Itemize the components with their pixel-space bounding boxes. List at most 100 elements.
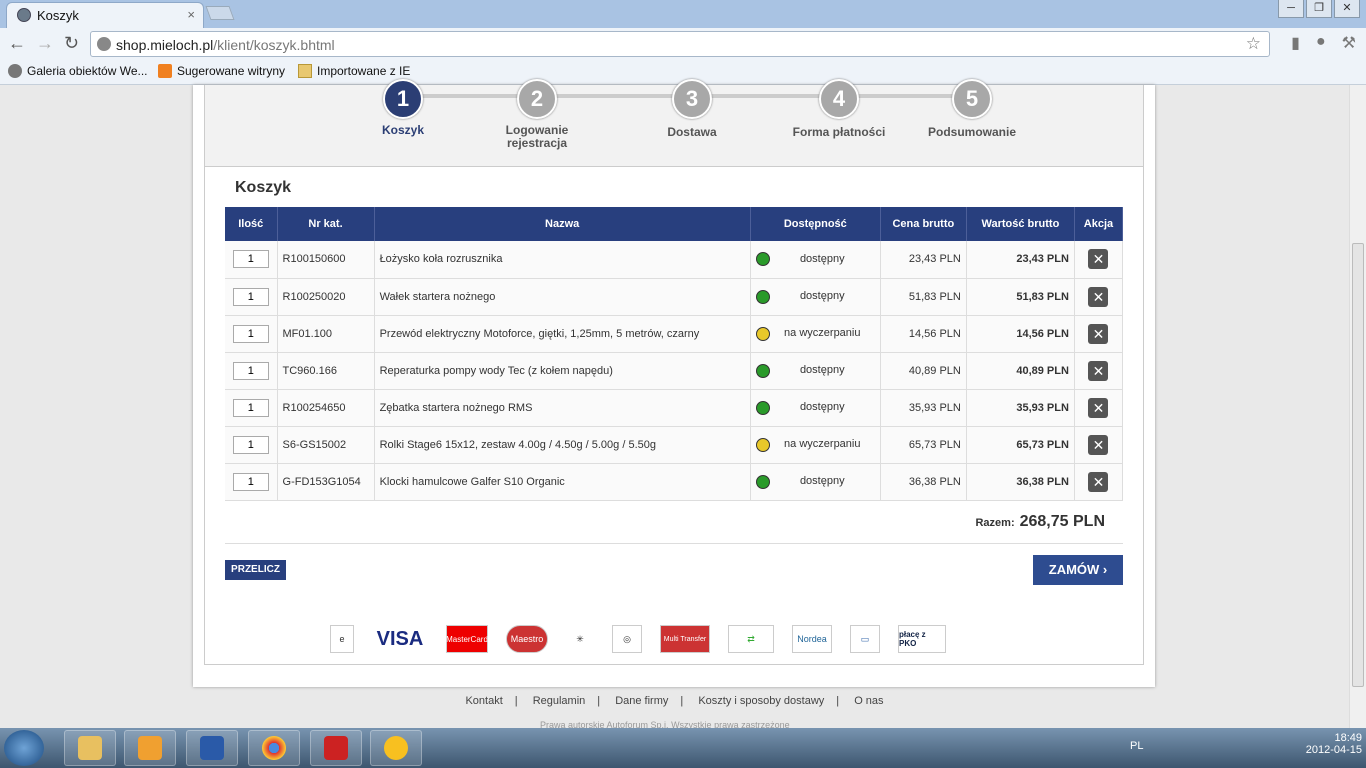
globe-icon [17, 8, 31, 22]
availability-cell: dostępny [750, 241, 881, 279]
name-cell[interactable]: Zębatka startera nożnego RMS [374, 389, 751, 427]
folder-icon [298, 64, 312, 78]
taskbar-explorer[interactable] [64, 730, 116, 766]
bookmark-galeria[interactable]: Galeria obiektów We... [8, 64, 148, 78]
url-text: shop.mieloch.pl/klient/koszyk.bhtml [116, 37, 335, 53]
taskbar-app[interactable] [310, 730, 362, 766]
action-cell: ✕ [1074, 426, 1124, 464]
step-koszyk[interactable]: 1 Koszyk [343, 79, 463, 137]
quantity-input[interactable] [232, 287, 269, 306]
availability-smiley-icon [755, 400, 770, 415]
name-cell[interactable]: Reperaturka pompy wody Tec (z kołem napę… [374, 352, 751, 390]
checkout-steps: 1 Koszyk 2 Logowanie rejestracja 3 Dostawa … [205, 79, 1143, 167]
price-cell: 65,73 PLN [880, 426, 967, 464]
remove-item-icon[interactable]: ✕ [1088, 434, 1109, 455]
code-cell: R100150600 [277, 241, 375, 279]
step-podsumowanie[interactable]: 5 Podsumowanie [912, 79, 1032, 139]
table-row: TC960.166Reperaturka pompy wody Tec (z k… [225, 352, 1124, 390]
ruby-icon [324, 736, 348, 760]
footer-regulamin[interactable]: Regulamin [533, 695, 586, 707]
footer-koszty[interactable]: Koszty i sposoby dostawy [698, 695, 824, 707]
total-cell: 14,56 PLN [966, 315, 1075, 353]
quantity-input[interactable] [232, 472, 269, 491]
footer-kontakt[interactable]: Kontakt [465, 695, 502, 707]
remove-item-icon[interactable]: ✕ [1088, 286, 1109, 307]
bookmark-star-icon[interactable]: ☆ [1246, 34, 1261, 54]
remove-item-icon[interactable]: ✕ [1088, 323, 1109, 344]
action-cell: ✕ [1074, 241, 1124, 279]
bookmark-importowane[interactable]: Importowane z IE [298, 64, 410, 78]
availability-cell: na wyczerpaniu [750, 315, 881, 353]
chrome-icon [262, 736, 286, 760]
total-cell: 35,93 PLN [966, 389, 1075, 427]
visa-logo: VISA [376, 627, 424, 650]
taskbar-sun-app[interactable] [370, 730, 422, 766]
name-cell[interactable]: Wałek startera nożnego [374, 278, 751, 316]
shop-page: 1 Koszyk 2 Logowanie rejestracja 3 Dostawa … [193, 79, 1155, 687]
action-cell: ✕ [1074, 352, 1124, 390]
start-button[interactable] [4, 730, 44, 766]
tab-koszyk[interactable]: Koszyk × [6, 2, 204, 28]
back-arrow-icon[interactable]: ← [8, 33, 26, 54]
recalculate-button[interactable]: PRZELICZ [225, 560, 286, 580]
signal-icon[interactable]: ▮ [1291, 33, 1300, 53]
scrollbar-thumb[interactable] [1352, 243, 1364, 687]
wrench-icon[interactable]: ⚒ [1342, 33, 1356, 53]
code-cell: TC960.166 [277, 352, 375, 390]
order-button[interactable]: ZAMÓW › [1033, 555, 1123, 585]
clock[interactable]: 18:49 2012-04-15 [1306, 732, 1362, 756]
multitransfer-logo: Multi Transfer [660, 625, 710, 653]
language-indicator[interactable]: PL [1130, 740, 1143, 752]
remove-item-icon[interactable]: ✕ [1088, 397, 1109, 418]
minimize-button[interactable]: ─ [1278, 0, 1304, 18]
bookmark-sugerowane[interactable]: Sugerowane witryny [158, 64, 285, 78]
name-cell[interactable]: Klocki hamulcowe Galfer S10 Organic [374, 463, 751, 501]
globe-icon [8, 64, 22, 78]
footer-o-nas[interactable]: O nas [854, 695, 883, 707]
quantity-input[interactable] [232, 435, 269, 454]
price-cell: 23,43 PLN [880, 241, 967, 279]
remove-item-icon[interactable]: ✕ [1088, 249, 1109, 270]
taskbar-media[interactable] [124, 730, 176, 766]
step-logowanie[interactable]: 2 Logowanie rejestracja [477, 79, 597, 150]
quantity-input[interactable] [232, 250, 269, 269]
availability-smiley-icon [755, 363, 770, 378]
browser-chrome: Koszyk × ─ ❐ ✕ ← → ↻ shop.mieloch.pl/kli… [0, 0, 1366, 85]
total-cell: 36,38 PLN [966, 463, 1075, 501]
footer-dane-firmy[interactable]: Dane firmy [615, 695, 668, 707]
address-bar[interactable]: shop.mieloch.pl/klient/koszyk.bhtml ☆ [90, 31, 1270, 57]
availability-smiley-icon [755, 326, 770, 341]
remove-item-icon[interactable]: ✕ [1088, 360, 1109, 381]
code-cell: R100250020 [277, 278, 375, 316]
column-header: Akcja [1074, 207, 1124, 241]
name-cell[interactable]: Rolki Stage6 15x12, zestaw 4.00g / 4.50g… [374, 426, 751, 464]
reload-icon[interactable]: ↻ [64, 33, 79, 54]
new-tab-button[interactable] [205, 6, 235, 20]
availability-smiley-icon [755, 474, 770, 489]
step-forma-platnosci[interactable]: 4 Forma płatności [779, 79, 899, 139]
close-window-button[interactable]: ✕ [1334, 0, 1360, 18]
eraty-logo: e [330, 625, 354, 653]
availability-smiley-icon [755, 437, 770, 452]
cart-table: Ilość Nr kat. Nazwa Dostępność Cena brutto Wa… [225, 207, 1124, 501]
cart-total: Razem: 268,75 PLN [975, 513, 1105, 530]
quantity-input[interactable] [232, 361, 269, 380]
remove-item-icon[interactable]: ✕ [1088, 471, 1109, 492]
name-cell[interactable]: Łożysko koła rozrusznika [374, 241, 751, 279]
taskbar-word[interactable] [186, 730, 238, 766]
column-header: Nr kat. [277, 207, 375, 241]
quantity-input[interactable] [232, 324, 269, 343]
name-cell[interactable]: Przewód elektryczny Motoforce, giętki, 1… [374, 315, 751, 353]
maximize-button[interactable]: ❐ [1306, 0, 1332, 18]
taskbar-chrome[interactable] [248, 730, 300, 766]
step-dostawa[interactable]: 3 Dostawa [632, 79, 752, 139]
dotpay-logo: ✳ [576, 633, 584, 644]
skype-icon[interactable]: ● [1316, 33, 1326, 53]
tab-title: Koszyk [37, 8, 79, 23]
price-cell: 40,89 PLN [880, 352, 967, 390]
vertical-scrollbar[interactable] [1349, 85, 1366, 728]
qty-cell [225, 389, 278, 427]
quantity-input[interactable] [232, 398, 269, 417]
forward-arrow-icon[interactable]: → [36, 33, 54, 54]
close-tab-icon[interactable]: × [187, 7, 195, 22]
